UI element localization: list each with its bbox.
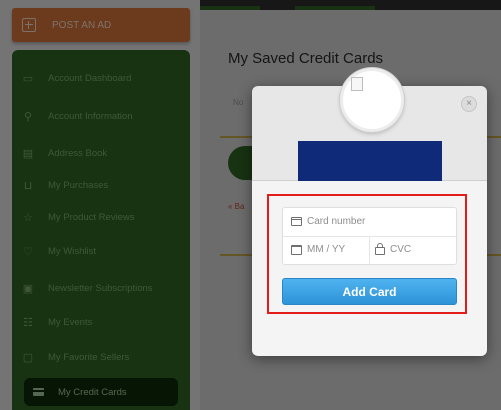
card-number-placeholder: Card number bbox=[307, 216, 366, 227]
calendar-icon bbox=[291, 244, 302, 255]
expiry-input[interactable]: MM / YY bbox=[291, 244, 345, 255]
lock-icon bbox=[375, 243, 385, 255]
expiry-placeholder: MM / YY bbox=[307, 244, 346, 255]
merchant-logo bbox=[340, 68, 404, 132]
cvc-input[interactable]: CVC bbox=[375, 243, 412, 255]
close-button[interactable]: × bbox=[461, 96, 477, 112]
card-details-fieldset: Card number MM / YY CVC bbox=[282, 207, 457, 265]
field-divider bbox=[369, 237, 370, 264]
card-number-input[interactable]: Card number bbox=[291, 216, 365, 227]
credit-card-icon bbox=[291, 217, 302, 226]
cvc-placeholder: CVC bbox=[390, 244, 412, 255]
add-card-button[interactable]: Add Card bbox=[282, 278, 457, 305]
broken-image-icon bbox=[351, 77, 363, 91]
merchant-name-box bbox=[298, 141, 442, 181]
